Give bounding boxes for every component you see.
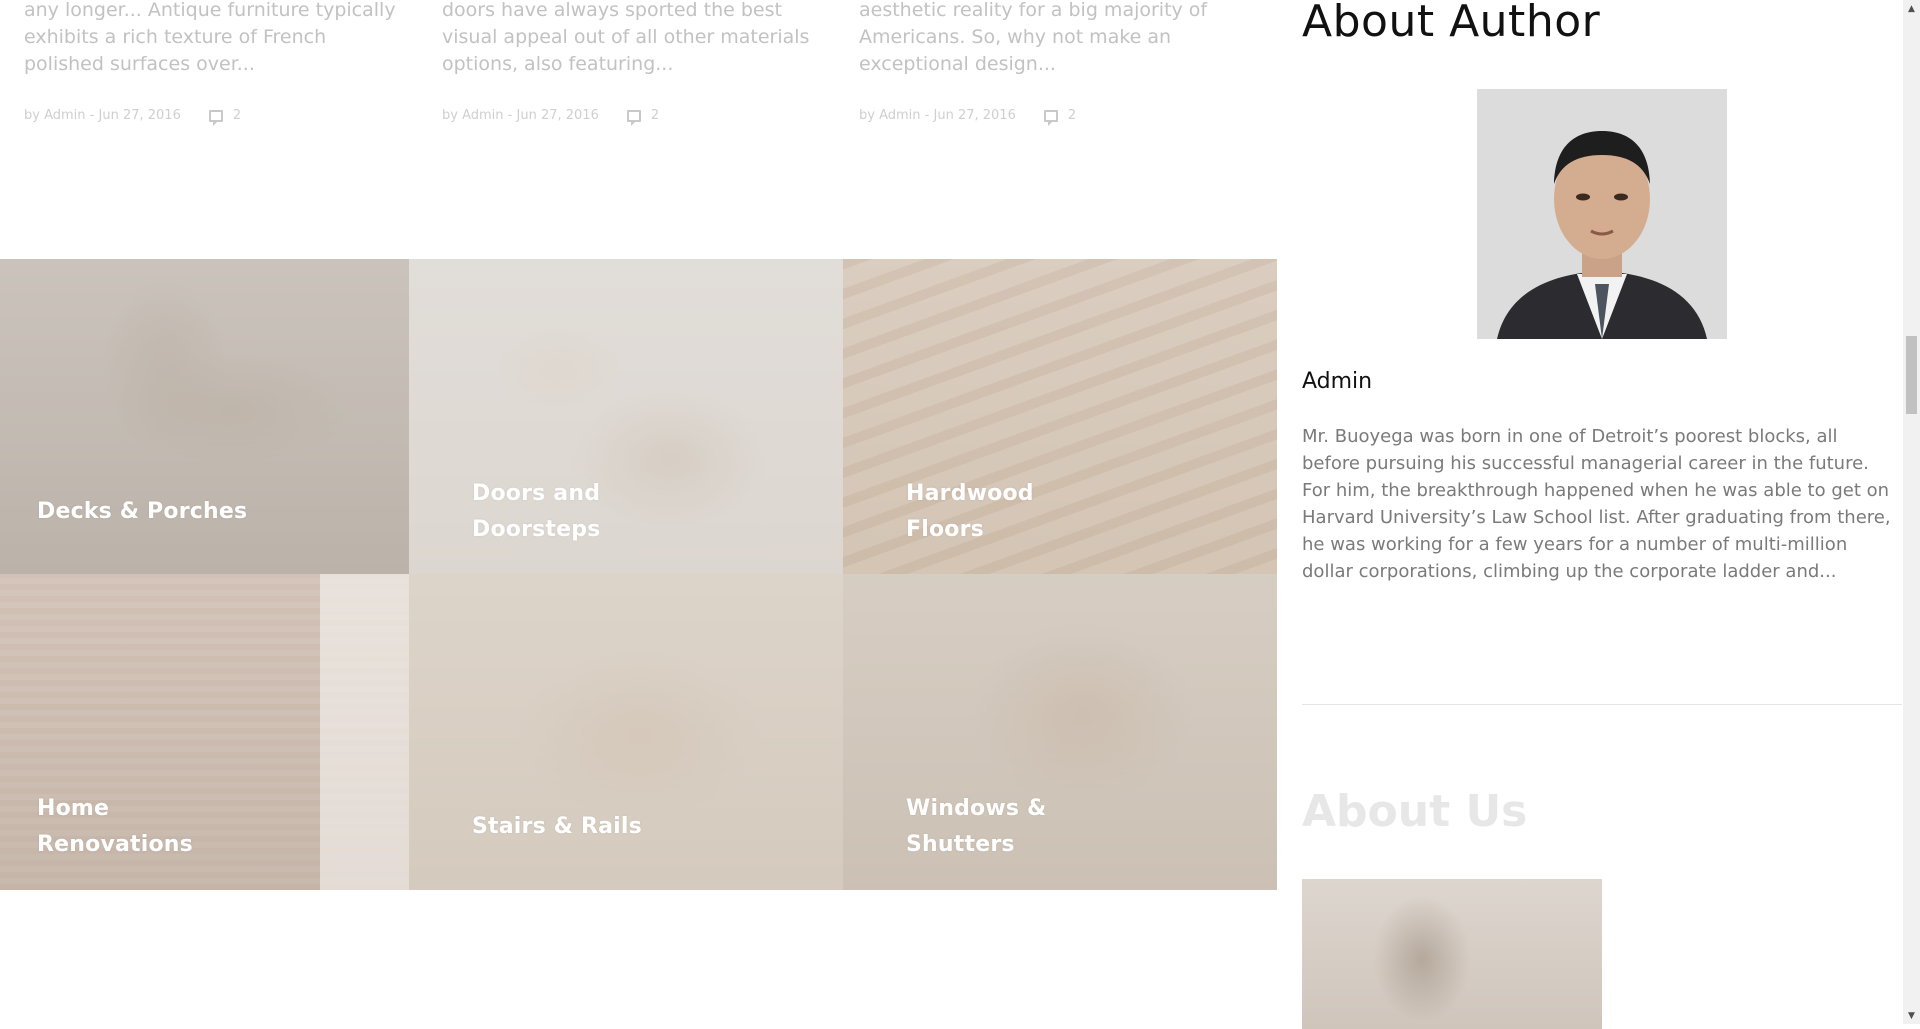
post-by: by [859,108,875,123]
comment-icon [626,109,641,126]
post-author-link[interactable]: Admin [879,108,920,123]
about-us-heading: About Us [1302,786,1528,837]
comments-link[interactable]: 2 [208,108,242,126]
post-author-link[interactable]: Admin [44,108,85,123]
post-date[interactable]: Jun 27, 2016 [517,108,599,123]
service-tile-windows-shutters[interactable]: Windows & Shutters [843,574,1277,890]
author-bio: Mr. Buoyega was born in one of Detroit’s… [1302,426,1891,582]
scroll-thumb[interactable] [1906,336,1917,415]
meta-separator: - [89,108,95,123]
meta-separator: - [507,108,513,123]
comment-count: 2 [1067,108,1077,123]
comment-icon [208,109,223,126]
meta-separator: - [924,108,930,123]
author-name: Admin [1302,369,1373,394]
services-grid: Decks & Porches Doors and Doorsteps Hardw… [0,259,1277,890]
service-label: Windows & Shutters [906,796,1047,857]
scroll-down-arrow-icon[interactable]: ▼ [1903,1007,1920,1024]
sidebar-divider [1302,704,1902,705]
service-label: Stairs & Rails [472,814,642,839]
post-author-link[interactable]: Admin [462,108,503,123]
service-label: Home Renovations [37,796,193,857]
scroll-up-arrow-icon[interactable]: ▲ [1903,0,1920,17]
comment-count: 2 [232,108,242,123]
post-meta: by Admin - Jun 27, 2016 2 [442,108,660,126]
author-portrait-image [1477,89,1727,339]
service-label: Hardwood Floors [906,481,1034,542]
post-excerpt: any longer... Antique furniture typicall… [24,0,396,75]
post-excerpt: aesthetic reality for a big majority of … [859,0,1208,75]
post-date[interactable]: Jun 27, 2016 [934,108,1016,123]
comments-link[interactable]: 2 [1043,108,1077,126]
post-by: by [24,108,40,123]
post-meta: by Admin - Jun 27, 2016 2 [859,108,1077,126]
comment-icon [1043,109,1058,126]
comment-count: 2 [650,108,660,123]
about-author-heading: About Author [1302,0,1601,47]
author-photo [1477,89,1727,339]
post-date[interactable]: Jun 27, 2016 [99,108,181,123]
service-label: Decks & Porches [37,499,248,524]
service-tile-home-renovations[interactable]: Home Renovations [0,574,409,890]
post-by: by [442,108,458,123]
service-tile-hardwood-floors[interactable]: Hardwood Floors [843,259,1277,574]
page-scrollbar[interactable]: ▲ ▼ [1903,0,1920,1024]
post-excerpt: doors have always sported the best visua… [442,0,810,75]
service-tile-doors-doorsteps[interactable]: Doors and Doorsteps [409,259,843,574]
service-label: Doors and Doorsteps [472,481,601,542]
service-tile-decks-porches[interactable]: Decks & Porches [0,259,409,574]
about-us-image [1302,879,1602,1029]
blog-posts-row: any longer... Antique furniture typicall… [0,0,1277,200]
post-meta: by Admin - Jun 27, 2016 2 [24,108,242,126]
service-tile-stairs-rails[interactable]: Stairs & Rails [409,574,843,890]
comments-link[interactable]: 2 [626,108,660,126]
